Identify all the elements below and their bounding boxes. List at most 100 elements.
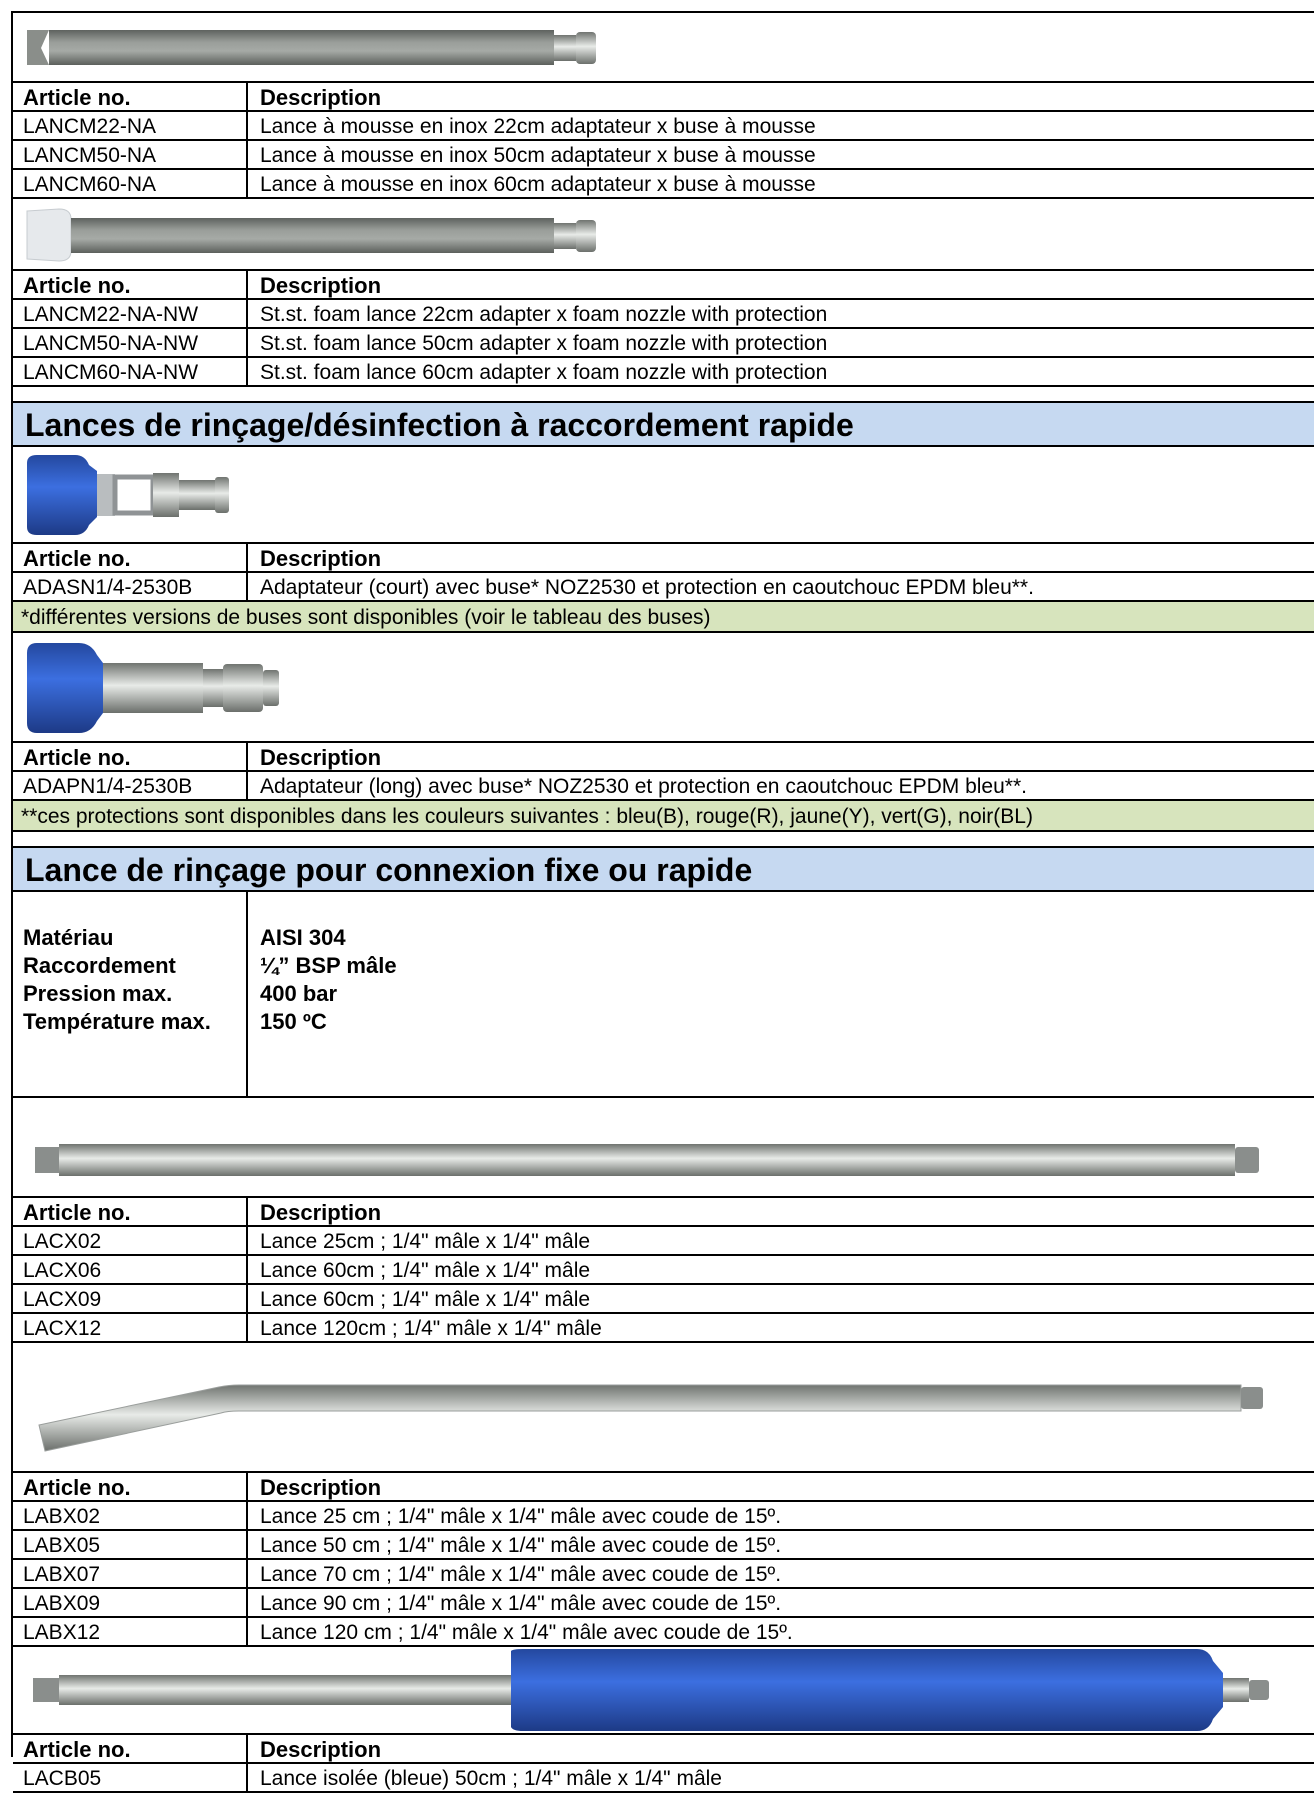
description-cell: Lance 70 cm ; 1/4" mâle x 1/4" mâle avec… <box>260 1563 782 1586</box>
article-cell: LANCM60-NA <box>13 170 248 197</box>
spec-value: ¼” BSP mâle <box>260 953 397 978</box>
spacer <box>13 832 1314 848</box>
article-cell: LABX09 <box>13 1589 248 1616</box>
bent-lance-image <box>13 1343 1314 1473</box>
insulated-lance-image <box>13 1647 1314 1735</box>
spec-value: 150 ºC <box>260 1009 327 1034</box>
description-cell: Lance à mousse en inox 50cm adaptateur x… <box>260 144 816 167</box>
section-fixed-connection: Lance de rinçage pour connexion fixe ou … <box>13 848 1314 892</box>
adapter-long-image <box>13 633 1314 743</box>
straight-lance-header: Article no. Description <box>13 1198 1314 1227</box>
table-row: ADAPN1/4-2530B Adaptateur (long) avec bu… <box>13 772 1314 801</box>
table-row: LANCM22-NA-NW St.st. foam lance 22cm ada… <box>13 300 1314 329</box>
insulated-lance-picture <box>33 1649 1269 1731</box>
table-row: LACX12 Lance 120cm ; 1/4" mâle x 1/4" mâ… <box>13 1314 1314 1343</box>
straight-lance-picture <box>35 1144 1259 1176</box>
article-cell: LABX02 <box>13 1502 248 1529</box>
table-row: LABX07 Lance 70 cm ; 1/4" mâle x 1/4" mâ… <box>13 1560 1314 1589</box>
description-header: Description <box>260 745 382 770</box>
description-cell: Lance 120cm ; 1/4" mâle x 1/4" mâle <box>260 1317 602 1340</box>
description-cell: Lance 60cm ; 1/4" mâle x 1/4" mâle <box>260 1288 591 1311</box>
table-row: ADASN1/4-2530B Adaptateur (court) avec b… <box>13 573 1314 602</box>
description-header: Description <box>260 273 382 298</box>
article-cell: LACX12 <box>13 1314 248 1341</box>
table-row: LANCM50-NA Lance à mousse en inox 50cm a… <box>13 141 1314 170</box>
article-cell: LABX12 <box>13 1618 248 1645</box>
product-sheet: Article no. Description LANCM22-NA Lance… <box>11 11 1314 1793</box>
description-cell: Lance 25 cm ; 1/4" mâle x 1/4" mâle avec… <box>260 1505 782 1528</box>
description-cell: St.st. foam lance 50cm adapter x foam no… <box>260 332 828 355</box>
table-row: LABX02 Lance 25 cm ; 1/4" mâle x 1/4" mâ… <box>13 1502 1314 1531</box>
description-header: Description <box>260 1200 382 1225</box>
table-row: LACX09 Lance 60cm ; 1/4" mâle x 1/4" mâl… <box>13 1285 1314 1314</box>
foam-lance-protected-image <box>13 199 1314 271</box>
description-cell: Lance à mousse en inox 60cm adaptateur x… <box>260 173 816 196</box>
description-cell: St.st. foam lance 22cm adapter x foam no… <box>260 303 828 326</box>
description-cell: St.st. foam lance 60cm adapter x foam no… <box>260 361 828 384</box>
article-cell: LANCM50-NA-NW <box>13 329 248 356</box>
adapter-long-header: Article no. Description <box>13 743 1314 772</box>
spec-value: 400 bar <box>260 981 338 1006</box>
foam-lance-picture <box>27 30 596 65</box>
description-cell: Lance 120 cm ; 1/4" mâle x 1/4" mâle ave… <box>260 1621 793 1644</box>
bent-lance-header: Article no. Description <box>13 1473 1314 1502</box>
article-header: Article no. <box>13 544 248 571</box>
table-row: LANCM60-NA Lance à mousse en inox 60cm a… <box>13 170 1314 199</box>
article-header: Article no. <box>13 743 248 770</box>
spec-label: Température max. <box>23 1009 211 1034</box>
straight-lance-image <box>13 1098 1314 1198</box>
spec-label: Matériau <box>23 925 114 950</box>
spec-table: Matériau Raccordement Pression max. Temp… <box>13 892 1314 1098</box>
description-cell: Lance à mousse en inox 22cm adaptateur x… <box>260 115 816 138</box>
note-text: **ces protections sont disponibles dans … <box>21 805 1033 828</box>
spec-label: Pression max. <box>23 981 173 1006</box>
spec-value: AISI 304 <box>260 925 346 950</box>
description-header: Description <box>260 1737 382 1762</box>
description-cell: Lance 25cm ; 1/4" mâle x 1/4" mâle <box>260 1230 591 1253</box>
nozzle-versions-note: *différentes versions de buses sont disp… <box>13 602 1314 633</box>
adapter-long-picture <box>27 643 279 733</box>
article-header: Article no. <box>13 1198 248 1225</box>
table-row: LABX09 Lance 90 cm ; 1/4" mâle x 1/4" mâ… <box>13 1589 1314 1618</box>
description-cell: Lance 90 cm ; 1/4" mâle x 1/4" mâle avec… <box>260 1592 782 1615</box>
table-row: LACB05 Lance isolée (bleue) 50cm ; 1/4" … <box>13 1764 1314 1793</box>
article-cell: LABX07 <box>13 1560 248 1587</box>
insulated-lance-header: Article no. Description <box>13 1735 1314 1764</box>
table-row: LABX05 Lance 50 cm ; 1/4" mâle x 1/4" mâ… <box>13 1531 1314 1560</box>
protection-colors-note: **ces protections sont disponibles dans … <box>13 801 1314 832</box>
article-cell: LACB05 <box>13 1764 248 1791</box>
bent-lance-picture <box>38 1384 1263 1452</box>
description-cell: Adaptateur (court) avec buse* NOZ2530 et… <box>260 576 1034 599</box>
article-cell: LACX06 <box>13 1256 248 1283</box>
article-header: Article no. <box>13 1735 248 1762</box>
article-cell: LANCM50-NA <box>13 141 248 168</box>
article-cell: LACX02 <box>13 1227 248 1254</box>
article-cell: LANCM22-NA <box>13 112 248 139</box>
article-cell: LABX05 <box>13 1531 248 1558</box>
table-row: LACX06 Lance 60cm ; 1/4" mâle x 1/4" mâl… <box>13 1256 1314 1285</box>
foam-lance-protected-picture <box>26 208 596 262</box>
article-cell: LANCM22-NA-NW <box>13 300 248 327</box>
adapter-short-image <box>13 447 1314 544</box>
description-header: Description <box>260 546 382 571</box>
adapter-short-header: Article no. Description <box>13 544 1314 573</box>
adapter-short-picture <box>27 455 229 535</box>
article-header: Article no. <box>13 271 248 298</box>
foam-lance-header: Article no. Description <box>13 83 1314 112</box>
table-row: LANCM22-NA Lance à mousse en inox 22cm a… <box>13 112 1314 141</box>
article-cell: LANCM60-NA-NW <box>13 358 248 385</box>
table-row: LACX02 Lance 25cm ; 1/4" mâle x 1/4" mâl… <box>13 1227 1314 1256</box>
section-title: Lances de rinçage/désinfection à raccord… <box>25 407 854 443</box>
article-cell: LACX09 <box>13 1285 248 1312</box>
section-quick-connection: Lances de rinçage/désinfection à raccord… <box>13 403 1314 447</box>
article-cell: ADASN1/4-2530B <box>13 573 248 600</box>
article-header: Article no. <box>13 83 248 110</box>
table-row: LANCM50-NA-NW St.st. foam lance 50cm ada… <box>13 329 1314 358</box>
note-text: *différentes versions de buses sont disp… <box>21 606 711 629</box>
description-cell: Lance isolée (bleue) 50cm ; 1/4" mâle x … <box>260 1767 722 1790</box>
description-header: Description <box>260 85 382 110</box>
table-row: LANCM60-NA-NW St.st. foam lance 60cm ada… <box>13 358 1314 387</box>
spacer <box>13 387 1314 403</box>
foam-lance-protected-header: Article no. Description <box>13 271 1314 300</box>
article-header: Article no. <box>13 1473 248 1500</box>
